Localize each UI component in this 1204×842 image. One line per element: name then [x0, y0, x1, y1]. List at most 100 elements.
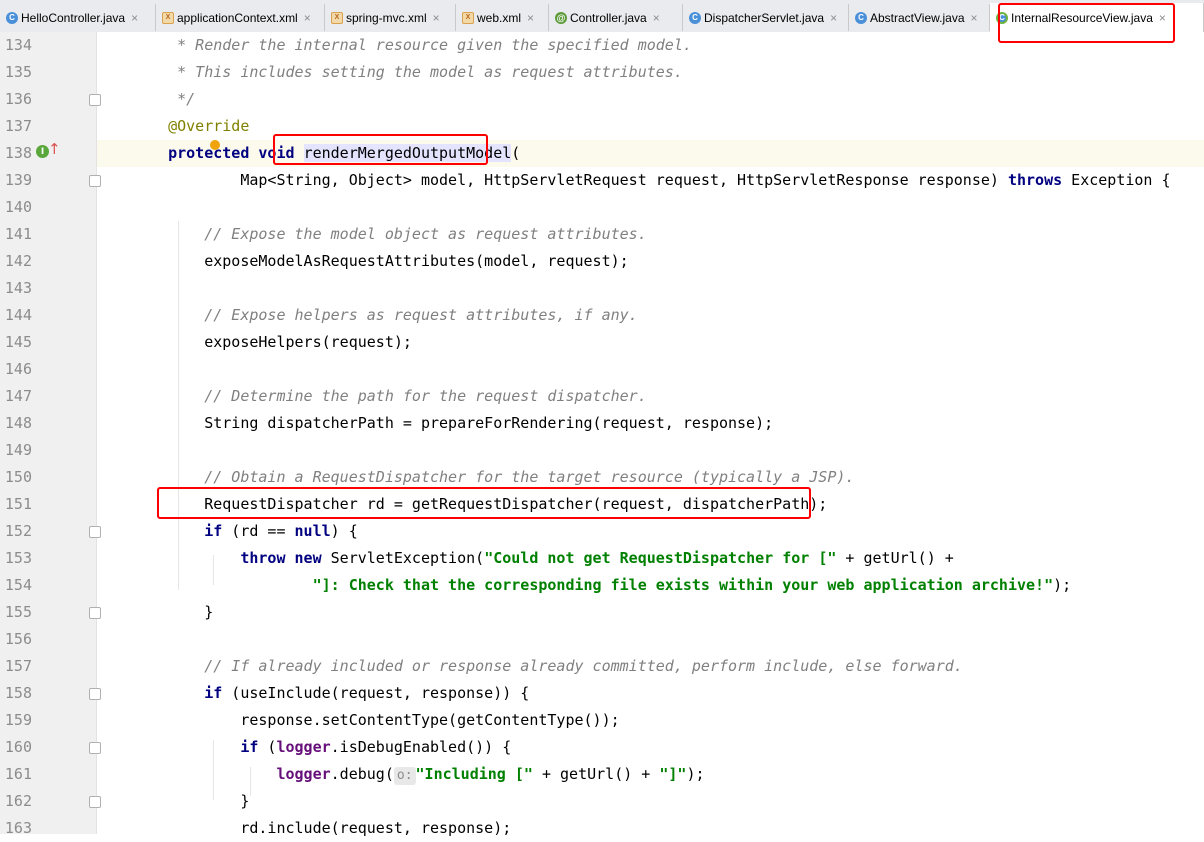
code-text[interactable]: "]: Check that the corresponding file ex… — [141, 572, 1072, 599]
indent-guide — [178, 221, 179, 590]
close-tab-icon[interactable]: × — [971, 11, 978, 25]
override-arrow-icon[interactable]: ↑ — [48, 140, 61, 158]
close-tab-icon[interactable]: × — [830, 11, 837, 25]
code-text[interactable]: logger.debug(o: "Including [" + getUrl() … — [141, 761, 705, 788]
line-number: 147 — [4, 387, 32, 405]
line-number: 146 — [4, 360, 32, 378]
line-number: 145 — [4, 333, 32, 351]
code-line: 136 */ — [0, 86, 1204, 113]
highlight-box-method-name — [273, 134, 488, 165]
tab-abstractview-java[interactable]: C AbstractView.java × — [849, 4, 990, 31]
code-token: exposeHelpers(request); — [141, 333, 412, 351]
code-token: // Obtain a RequestDispatcher for the ta… — [141, 468, 855, 486]
fold-marker-icon[interactable] — [89, 796, 101, 808]
tab-spring-mvc-xml[interactable]: Xspring-mvc.xml × — [325, 4, 456, 31]
code-text[interactable]: } — [141, 599, 213, 626]
code-text[interactable]: // Expose helpers as request attributes,… — [141, 302, 638, 329]
fold-marker-icon[interactable] — [89, 175, 101, 187]
tab-label: Controller.java — [570, 10, 647, 25]
line-number: 150 — [4, 468, 32, 486]
fold-marker-icon[interactable] — [89, 742, 101, 754]
tab-label: DispatcherServlet.java — [704, 10, 825, 25]
line-number: 153 — [4, 549, 32, 567]
code-line: 159 response.setContentType(getContentTy… — [0, 707, 1204, 734]
close-tab-icon[interactable]: × — [304, 11, 311, 25]
code-token: if — [204, 684, 223, 702]
code-token: (useInclude(request, response)) { — [222, 684, 530, 702]
code-text[interactable]: // Expose the model object as request at… — [141, 221, 647, 248]
tab-hellocontroller-java[interactable]: C HelloController.java × — [0, 4, 156, 31]
code-text[interactable]: String dispatcherPath = prepareForRender… — [141, 410, 773, 437]
code-text[interactable]: } — [141, 788, 249, 815]
code-token: exposeModelAsRequestAttributes(model, re… — [141, 252, 629, 270]
xml-file-icon: X — [331, 11, 343, 24]
intention-bulb-icon[interactable] — [210, 140, 220, 150]
code-text[interactable]: @Override — [141, 113, 249, 140]
code-text[interactable]: Map<String, Object> model, HttpServletRe… — [141, 167, 1170, 194]
code-text[interactable]: // If already included or response alrea… — [141, 653, 963, 680]
code-token: "]" — [659, 765, 687, 783]
code-text[interactable]: exposeHelpers(request); — [141, 329, 412, 356]
code-line: 163 rd.include(request, response); — [0, 815, 1204, 842]
line-number: 156 — [4, 630, 32, 648]
code-token: "Including [" — [415, 765, 533, 783]
code-text[interactable]: response.setContentType(getContentType()… — [141, 707, 620, 734]
close-tab-icon[interactable]: × — [653, 11, 660, 25]
code-line: 149 — [0, 437, 1204, 464]
code-token: protected — [168, 144, 250, 162]
code-line: 144 // Expose helpers as request attribu… — [0, 302, 1204, 329]
code-line: 138 protected void renderMergedOutputMod… — [0, 140, 1204, 167]
code-text[interactable]: if (rd == null) { — [141, 518, 358, 545]
code-text[interactable]: // Determine the path for the request di… — [141, 383, 647, 410]
fold-marker-icon[interactable] — [89, 526, 101, 538]
code-text[interactable]: if (useInclude(request, response)) { — [141, 680, 529, 707]
code-token: + getUrl() + — [532, 765, 660, 783]
tab-label: AbstractView.java — [870, 10, 965, 25]
annotation-icon: @ — [555, 11, 567, 24]
fold-marker-icon[interactable] — [89, 688, 101, 700]
code-text[interactable]: rd.include(request, response); — [141, 815, 511, 842]
line-number: 152 — [4, 522, 32, 540]
code-line: 155 } — [0, 599, 1204, 626]
code-token: // Expose helpers as request attributes,… — [141, 306, 638, 324]
code-line: 143 — [0, 275, 1204, 302]
tab-applicationcontext-xml[interactable]: XapplicationContext.xml × — [156, 4, 325, 31]
code-token: ServletException( — [321, 549, 485, 567]
code-line: 161 logger.debug(o: "Including [" + getUr… — [0, 761, 1204, 788]
line-number: 148 — [4, 414, 32, 432]
code-token: ( — [511, 144, 521, 162]
code-text[interactable]: * This includes setting the model as req… — [141, 59, 683, 86]
code-text[interactable]: throw new ServletException("Could not ge… — [141, 545, 953, 572]
code-text[interactable]: * Render the internal resource given the… — [141, 32, 692, 59]
code-token: // If already included or response alrea… — [141, 657, 963, 675]
line-number: 143 — [4, 279, 32, 297]
line-number: 136 — [4, 90, 32, 108]
fold-marker-icon[interactable] — [89, 607, 101, 619]
tab-label: HelloController.java — [21, 10, 126, 25]
code-line: 139 Map<String, Object> model, HttpServl… — [0, 167, 1204, 194]
tab-controller-java[interactable]: @ Controller.java × — [549, 4, 683, 31]
code-line: 157 // If already included or response a… — [0, 653, 1204, 680]
fold-marker-icon[interactable] — [89, 94, 101, 106]
code-text[interactable]: if (logger.isDebugEnabled()) { — [141, 734, 511, 761]
close-tab-icon[interactable]: × — [527, 11, 534, 25]
code-token: @Override — [141, 117, 250, 135]
code-line: 152 if (rd == null) { — [0, 518, 1204, 545]
close-tab-icon[interactable]: × — [433, 11, 440, 25]
code-text[interactable]: exposeModelAsRequestAttributes(model, re… — [141, 248, 629, 275]
code-token: (rd == — [222, 522, 295, 540]
tab-dispatcherservlet-java[interactable]: C DispatcherServlet.java × — [683, 4, 849, 31]
close-tab-icon[interactable]: × — [131, 11, 138, 25]
code-line: 137 @Override — [0, 113, 1204, 140]
code-line: 141 // Expose the model object as reques… — [0, 221, 1204, 248]
tab-web-xml[interactable]: Xweb.xml × — [456, 4, 549, 31]
code-token: response.setContentType(getContentType()… — [141, 711, 620, 729]
code-text[interactable]: */ — [141, 86, 195, 113]
